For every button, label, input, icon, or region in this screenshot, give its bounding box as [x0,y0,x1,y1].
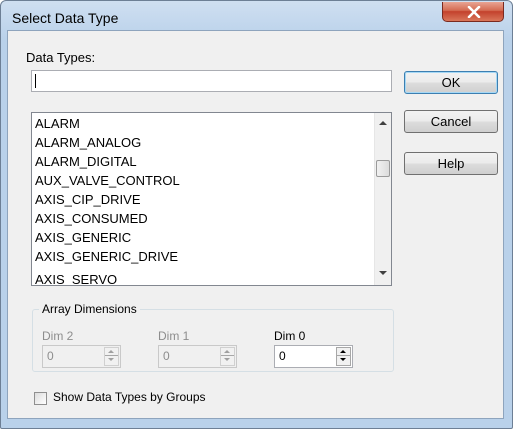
list-item-axis-generic-drive[interactable]: AXIS_GENERIC_DRIVE [35,247,178,266]
data-type-list[interactable]: ALARM ALARM_ANALOG ALARM_DIGITAL AUX_VAL… [31,112,392,286]
list-item-axis-servo[interactable]: AXIS_SERVO [35,270,117,285]
dim2-spin-up-button[interactable] [105,348,118,356]
scroll-down-arrow-icon[interactable] [379,271,387,275]
show-by-groups-label[interactable]: Show Data Types by Groups [53,390,206,404]
dim1-spin-up-button[interactable] [221,348,234,356]
dim0-value: 0 [279,349,286,363]
dim1-spinner[interactable]: 0 [158,345,237,368]
dim1-spin-buttons [220,347,235,366]
dim2-label: Dim 2 [42,329,74,343]
dialog-client-area: Data Types: OK Cancel Help ALARM ALARM_A… [7,30,504,419]
dim0-spin-up-button[interactable] [337,348,350,356]
dim0-spinner[interactable]: 0 [274,345,353,368]
ok-button[interactable]: OK [404,71,498,94]
cancel-button[interactable]: Cancel [404,110,498,133]
spin-up-arrow-icon [108,350,114,353]
spin-up-arrow-icon [340,350,346,353]
dim2-spin-down-button[interactable] [105,356,118,364]
dim2-value: 0 [47,349,54,363]
data-types-label: Data Types: [26,50,96,65]
dim2-spin-buttons [104,347,119,366]
dim2-spinner[interactable]: 0 [42,345,121,368]
list-item-axis-cip-drive[interactable]: AXIS_CIP_DRIVE [35,190,141,209]
list-item-alarm-digital[interactable]: ALARM_DIGITAL [35,152,137,171]
spin-down-arrow-icon [108,358,114,361]
show-by-groups-checkbox[interactable] [34,392,47,405]
list-item-aux-valve-control[interactable]: AUX_VALVE_CONTROL [35,171,180,190]
dim1-label: Dim 1 [158,329,190,343]
spin-down-arrow-icon [224,358,230,361]
dim1-spin-down-button[interactable] [221,356,234,364]
list-item-alarm[interactable]: ALARM [35,114,80,133]
array-dimensions-legend: Array Dimensions [39,302,140,316]
spin-up-arrow-icon [224,350,230,353]
data-type-input[interactable] [31,70,392,92]
dim0-spin-down-button[interactable] [337,356,350,364]
list-vertical-scrollbar[interactable] [374,113,391,285]
spin-down-arrow-icon [340,358,346,361]
dim0-spin-buttons [336,347,351,366]
list-item-axis-consumed[interactable]: AXIS_CONSUMED [35,209,148,228]
scrollbar-thumb[interactable] [376,160,390,177]
dim0-label: Dim 0 [274,329,306,343]
help-button[interactable]: Help [404,152,498,175]
dialog-title: Select Data Type [12,10,119,26]
list-item-alarm-analog[interactable]: ALARM_ANALOG [35,133,141,152]
close-icon [467,6,481,18]
dim1-value: 0 [163,349,170,363]
scroll-up-arrow-icon[interactable] [379,121,387,125]
close-button[interactable] [442,2,504,22]
text-caret [35,74,36,88]
list-item-axis-generic[interactable]: AXIS_GENERIC [35,228,131,247]
